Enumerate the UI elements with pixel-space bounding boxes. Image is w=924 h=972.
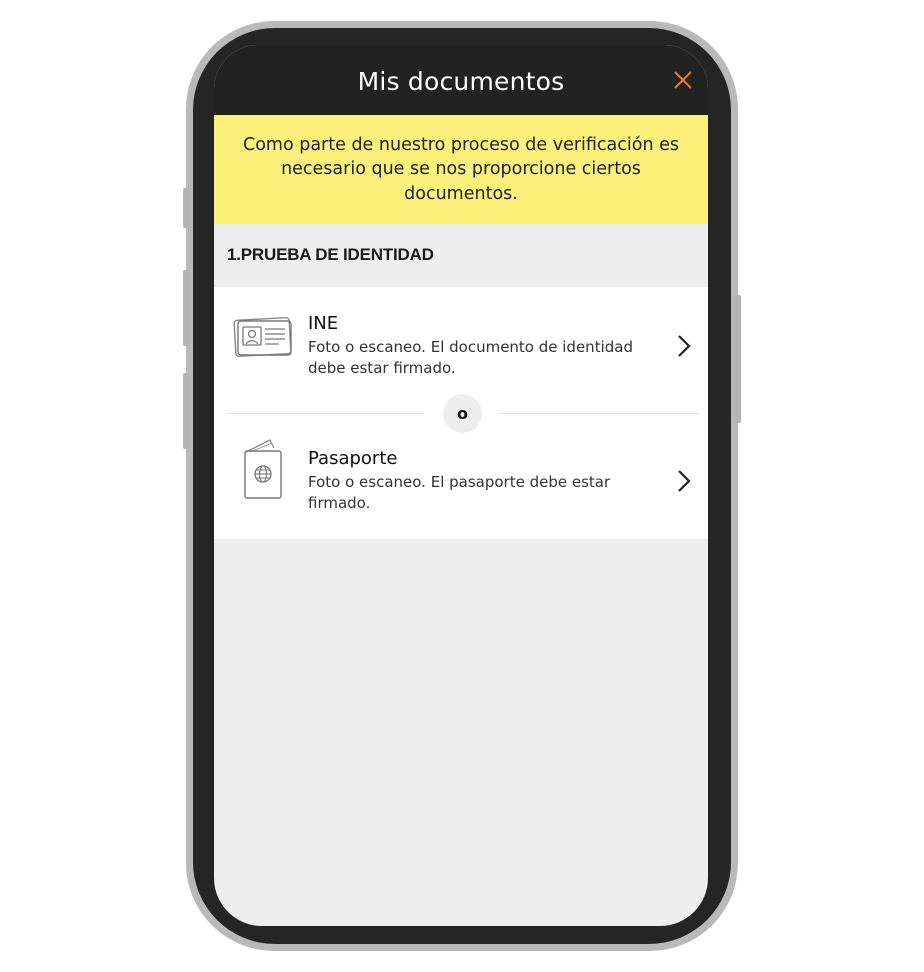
divider [498,413,699,414]
document-text: Pasaporte Foto o escaneo. El pasaporte d… [308,448,648,514]
divider [226,413,424,414]
chevron-right-icon [678,335,691,357]
volume-up-button [183,270,189,346]
mute-switch [183,188,189,228]
header-bar: Mis documentos [214,45,708,115]
document-item-pasaporte[interactable]: Pasaporte Foto o escaneo. El pasaporte d… [214,439,708,540]
or-separator: o [443,394,482,433]
banner-text: Como parte de nuestro proceso de verific… [242,134,680,204]
document-item-ine[interactable]: INE Foto o escaneo. El documento de iden… [214,305,708,405]
id-card-icon [233,317,292,357]
document-name: Pasaporte [308,448,398,469]
volume-down-button [183,373,189,449]
page-title: Mis documentos [357,66,565,96]
verification-banner: Como parte de nuestro proceso de verific… [214,115,708,224]
document-description: Foto o escaneo. El documento de identida… [308,338,633,377]
power-button [735,295,741,423]
document-name: INE [308,313,339,334]
document-description: Foto o escaneo. El pasaporte debe estar … [308,473,611,512]
document-text: INE Foto o escaneo. El documento de iden… [308,313,648,379]
passport-icon [244,439,282,499]
documents-card: INE Foto o escaneo. El documento de iden… [214,287,708,539]
section-title: 1.PRUEBA DE IDENTIDAD [227,245,434,264]
chevron-right-icon [678,470,691,492]
close-icon[interactable] [672,69,694,91]
screen: Mis documentos Como parte de nuestro pro… [214,45,708,926]
